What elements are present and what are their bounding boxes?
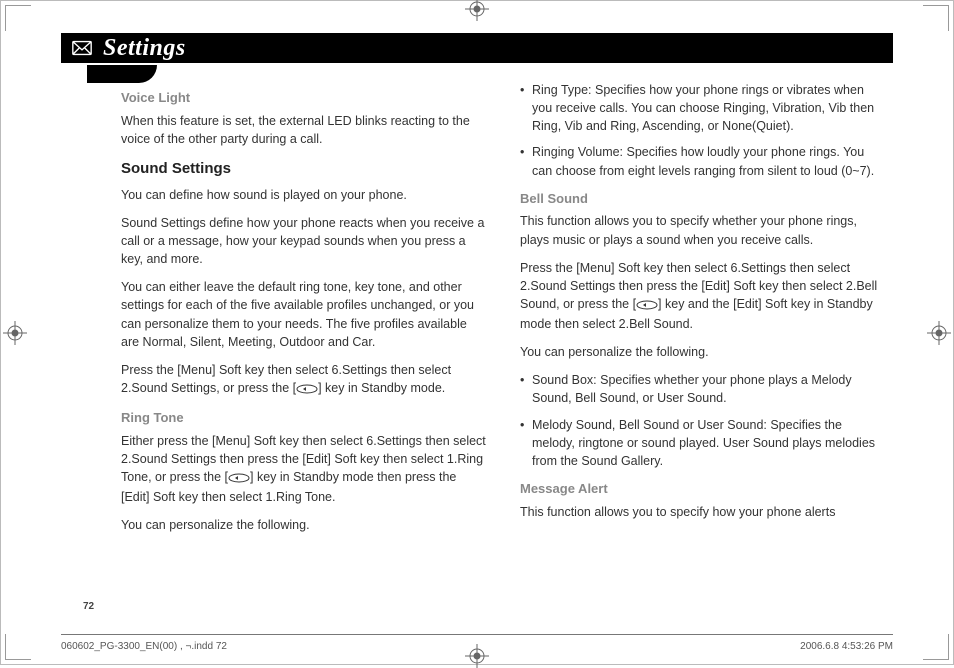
heading-ring-tone: Ring Tone — [121, 409, 486, 428]
nav-key-icon — [228, 470, 250, 488]
page-content: Settings Voice Light When this feature i… — [61, 33, 893, 612]
manual-page: Settings Voice Light When this feature i… — [0, 0, 954, 665]
registration-mark-icon — [927, 321, 951, 345]
bullet-list: Sound Box: Specifies whether your phone … — [520, 371, 885, 470]
bullet-list: Ring Type: Specifies how your phone ring… — [520, 81, 885, 180]
body-text: This function allows you to specify how … — [520, 503, 885, 521]
crop-mark — [923, 634, 949, 660]
body-text: This function allows you to specify whet… — [520, 212, 885, 248]
list-item: Sound Box: Specifies whether your phone … — [520, 371, 885, 407]
registration-mark-icon — [3, 321, 27, 345]
section-title: Settings — [103, 35, 186, 62]
body-text: You can personalize the following. — [121, 516, 486, 534]
left-column: Voice Light When this feature is set, th… — [121, 81, 486, 545]
heading-voice-light: Voice Light — [121, 89, 486, 108]
right-column: Ring Type: Specifies how your phone ring… — [520, 81, 885, 545]
nav-key-icon — [636, 297, 658, 315]
body-text: When this feature is set, the external L… — [121, 112, 486, 148]
body-text: Sound Settings define how your phone rea… — [121, 214, 486, 268]
nav-key-icon — [296, 381, 318, 399]
list-item: Ringing Volume: Specifies how loudly you… — [520, 143, 885, 179]
body-text: Press the [Menu] Soft key then select 6.… — [520, 259, 885, 334]
page-number: 72 — [83, 601, 94, 612]
body-text-span: ] key in Standby mode. — [318, 381, 445, 395]
list-item: Melody Sound, Bell Sound or User Sound: … — [520, 416, 885, 470]
section-header: Settings — [61, 33, 893, 63]
header-tab-edge — [87, 65, 157, 83]
body-text: You can define how sound is played on yo… — [121, 186, 486, 204]
footer-bar: 060602_PG-3300_EN(00) , ¬.indd 72 2006.6… — [61, 634, 893, 652]
footer-filename: 060602_PG-3300_EN(00) , ¬.indd 72 — [61, 641, 227, 652]
body-text: Either press the [Menu] Soft key then se… — [121, 432, 486, 507]
registration-mark-icon — [465, 0, 489, 21]
heading-bell-sound: Bell Sound — [520, 190, 885, 209]
footer-timestamp: 2006.6.8 4:53:26 PM — [800, 641, 893, 652]
crop-mark — [5, 634, 31, 660]
heading-message-alert: Message Alert — [520, 480, 885, 499]
body-text: You can personalize the following. — [520, 343, 885, 361]
crop-mark — [5, 5, 31, 31]
body-text: Press the [Menu] Soft key then select 6.… — [121, 361, 486, 399]
envelope-icon — [69, 35, 95, 61]
crop-mark — [923, 5, 949, 31]
body-text: You can either leave the default ring to… — [121, 278, 486, 351]
heading-sound-settings: Sound Settings — [121, 158, 486, 180]
list-item: Ring Type: Specifies how your phone ring… — [520, 81, 885, 135]
